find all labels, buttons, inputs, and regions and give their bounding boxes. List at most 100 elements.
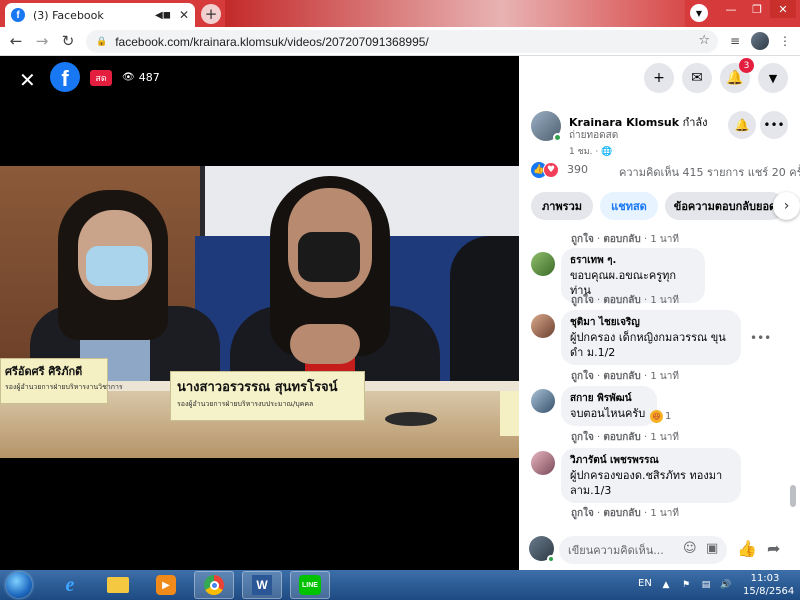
tab-overview[interactable]: ภาพรวม xyxy=(531,192,593,220)
notifications-bell-icon[interactable]: 🔔 3 xyxy=(720,58,754,93)
commenter-name[interactable]: ธราเทพ ๆ. xyxy=(570,253,696,268)
tab-live-chat[interactable]: แชทสด xyxy=(600,192,658,220)
like-link[interactable]: ถูกใจ xyxy=(571,371,594,382)
url-text[interactable]: facebook.com/krainara.klomsuk/videos/207… xyxy=(115,35,429,49)
person-left-mask xyxy=(86,246,148,286)
person-center-mask xyxy=(298,232,360,282)
window-close-icon[interactable]: ✕ xyxy=(770,0,796,18)
create-plus-icon[interactable]: + xyxy=(644,63,674,93)
windows-taskbar: e ▶ W LINE EN ▲ ⚑ ▤ 🔊 11:03 15/8/2564 xyxy=(0,570,800,600)
comment-panel: + ✉ 🔔 3 ▼ Krainara Klomsuk กำลัง ถ่ายทอด… xyxy=(519,56,800,570)
media-player-icon[interactable]: ▶ xyxy=(146,571,186,599)
comment-bubble: สกาย พิรพัฒน์ จบตอนไหนครับ xyxy=(561,386,657,426)
comment-time: 1 นาที xyxy=(650,432,679,443)
comment-time: 1 นาที xyxy=(650,371,679,382)
volume-icon[interactable]: 🔊 xyxy=(720,579,732,591)
speaker-icon[interactable]: ◀◼ xyxy=(155,10,171,21)
new-tab-button[interactable]: + xyxy=(201,4,221,24)
comment-reaction[interactable]: 😆 1 xyxy=(650,410,671,423)
minimize-icon[interactable]: — xyxy=(718,0,744,18)
eye-icon: 👁 xyxy=(122,72,135,83)
more-options-icon[interactable]: ••• xyxy=(760,111,788,139)
chrome-taskbar-icon[interactable] xyxy=(194,571,234,599)
tab-close-icon[interactable]: ✕ xyxy=(179,8,189,22)
reply-link[interactable]: ตอบกลับ xyxy=(603,295,640,306)
reply-link[interactable]: ตอบกลับ xyxy=(603,432,640,443)
back-arrow-icon[interactable]: ← xyxy=(6,31,26,51)
commenter-name[interactable]: ชุติมา ไชยเจริญ xyxy=(570,315,732,330)
sticker-icon[interactable]: ▣ xyxy=(706,541,718,556)
nameplate-left-name: ศรีอัดศรี ศิริภักดี xyxy=(5,365,83,378)
post-time[interactable]: 1 ชม. · 🌐 xyxy=(569,144,612,158)
reply-link[interactable]: ตอบกลับ xyxy=(603,234,640,245)
microphone xyxy=(385,412,437,426)
comment-actions: ถูกใจ · ตอบกลับ · 1 นาที xyxy=(571,508,679,519)
commenter-name[interactable]: วิภารัตน์ เพชรพรรณ xyxy=(570,453,732,468)
follow-notifications-bell-icon[interactable]: 🔔 xyxy=(728,111,756,139)
comments-shares-count[interactable]: ความคิดเห็น 415 รายการ แชร์ 20 ครั้ง xyxy=(619,163,800,181)
word-taskbar-icon[interactable]: W xyxy=(242,571,282,599)
reply-link[interactable]: ตอบกลับ xyxy=(603,508,640,519)
browser-menu-icon[interactable]: ⋮ xyxy=(776,32,794,50)
comment-actions: ถูกใจ · ตอบกลับ · 1 นาที xyxy=(571,432,679,443)
video-frame[interactable]: ศรีอัดศรี ศิริภักดี รองผู้อำนวยการฝ่ายบร… xyxy=(0,166,519,458)
account-menu-chevron-icon[interactable]: ▼ xyxy=(758,63,788,93)
system-clock[interactable]: 11:03 15/8/2564 xyxy=(743,572,795,598)
video-player[interactable]: ✕ f สด 👁 487 ศรีอัดศรี ศิริภักดี รองผู้อ… xyxy=(0,56,519,570)
reload-icon[interactable]: ↻ xyxy=(58,31,78,51)
person-center-hands xyxy=(290,324,360,364)
viewer-count: 👁 487 xyxy=(122,71,160,84)
like-link[interactable]: ถูกใจ xyxy=(571,295,594,306)
network-icon[interactable]: ▤ xyxy=(700,579,712,591)
tabs-next-chevron-icon[interactable]: › xyxy=(773,192,800,220)
facebook-logo-icon[interactable]: f xyxy=(50,62,80,92)
bookmark-star-icon[interactable]: ☆ xyxy=(698,33,710,48)
reaction-count[interactable]: 390 xyxy=(567,163,588,176)
send-like-icon[interactable]: 👍 xyxy=(737,539,757,558)
tab-strip-background xyxy=(225,0,685,27)
file-explorer-icon[interactable] xyxy=(98,571,138,599)
restore-icon[interactable]: ❐ xyxy=(744,0,770,18)
line-app-icon[interactable]: LINE xyxy=(290,571,330,599)
tab-title: (3) Facebook xyxy=(33,8,104,22)
notifications-badge: 3 xyxy=(739,58,754,73)
address-bar-row: ← → ↻ 🔒 facebook.com/krainara.klomsuk/vi… xyxy=(0,27,800,56)
emoji-icon[interactable]: ☺ xyxy=(683,541,697,556)
browser-tab-facebook[interactable]: f (3) Facebook ◀◼ ✕ xyxy=(5,3,195,27)
like-link[interactable]: ถูกใจ xyxy=(571,432,594,443)
start-button-icon[interactable] xyxy=(6,572,32,598)
media-control-icon[interactable]: ▼ xyxy=(690,4,708,22)
like-link[interactable]: ถูกใจ xyxy=(571,234,594,245)
action-center-flag-icon[interactable]: ⚑ xyxy=(680,579,692,591)
nameplate-right xyxy=(500,391,519,436)
internet-explorer-icon[interactable]: e xyxy=(50,571,90,599)
comment-more-icon[interactable]: ••• xyxy=(750,331,771,345)
close-video-icon[interactable]: ✕ xyxy=(19,68,36,92)
reply-link[interactable]: ตอบกลับ xyxy=(603,371,640,382)
comment-input[interactable] xyxy=(559,536,727,564)
nameplate-center: นางสาวอรวรรณ สุนทรโรจน์ รองผู้อำนวยการฝ่… xyxy=(170,371,365,421)
comment-avatar[interactable] xyxy=(531,252,555,276)
forward-arrow-icon[interactable]: → xyxy=(32,31,52,51)
reading-list-icon[interactable]: ≡ xyxy=(726,32,744,50)
comment-actions: ถูกใจ · ตอบกลับ · 1 นาที xyxy=(571,234,679,245)
tray-arrow-icon[interactable]: ▲ xyxy=(660,579,672,591)
comment-text: ผู้ปกครองของด.ชสิรภัทร ทองมาลาม.1/3 xyxy=(570,469,723,497)
like-link[interactable]: ถูกใจ xyxy=(571,508,594,519)
comment-text: ผู้ปกครอง เด็กหญิงกมลวรรณ ขุนดำ ม.1/2 xyxy=(570,331,726,359)
comment-avatar[interactable] xyxy=(531,389,555,413)
clock-date: 15/8/2564 xyxy=(743,586,795,597)
commenter-name[interactable]: สกาย พิรพัฒน์ xyxy=(570,391,648,406)
nameplate-center-name: นางสาวอรวรรณ สุนทรโรจน์ xyxy=(177,380,338,395)
share-arrow-icon[interactable]: ➦ xyxy=(767,539,780,558)
omnibox[interactable]: 🔒 facebook.com/krainara.klomsuk/videos/2… xyxy=(86,30,718,53)
comment-avatar[interactable] xyxy=(531,314,555,338)
comment-scrollbar-thumb[interactable] xyxy=(790,485,796,507)
tab-top-replies[interactable]: ข้อความตอบกลับยอด xyxy=(665,192,785,220)
messenger-icon[interactable]: ✉ xyxy=(682,63,712,93)
language-indicator[interactable]: EN xyxy=(638,578,652,589)
live-badge: สด xyxy=(90,70,112,86)
comment-avatar[interactable] xyxy=(531,451,555,475)
clock-time: 11:03 xyxy=(750,573,780,584)
profile-avatar[interactable] xyxy=(751,32,769,50)
